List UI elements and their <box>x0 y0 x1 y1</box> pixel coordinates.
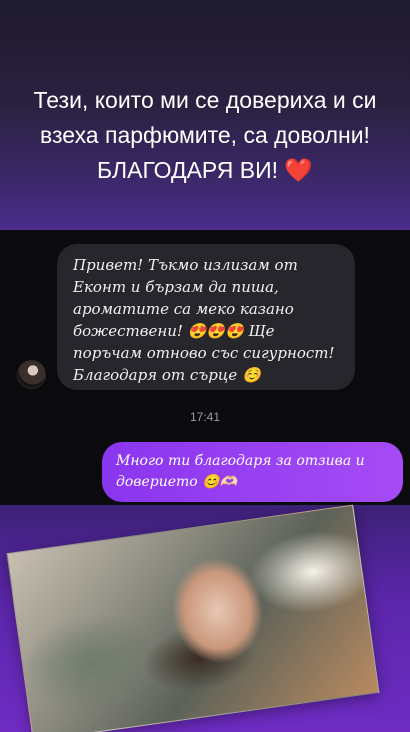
outgoing-message-text: Много ти благодаря за отзива и доверието… <box>116 453 365 490</box>
avatar[interactable] <box>17 360 46 389</box>
incoming-message-bubble[interactable]: Привет! Тъкмо излизам от Еконт и бързам … <box>57 244 355 390</box>
story-headline: Тези, които ми се довериха и си взеха па… <box>22 83 388 188</box>
message-timestamp: 17:41 <box>189 410 221 424</box>
heart-icon: ❤️ <box>284 156 314 183</box>
incoming-message-text: Привет! Тъкмо излизам от Еконт и бързам … <box>73 256 335 384</box>
outgoing-message-bubble[interactable]: Много ти благодаря за отзива и доверието… <box>102 442 403 502</box>
headline-text: Тези, които ми се довериха и си взеха па… <box>33 86 377 183</box>
story-header: Тези, които ми се довериха и си взеха па… <box>0 0 410 230</box>
